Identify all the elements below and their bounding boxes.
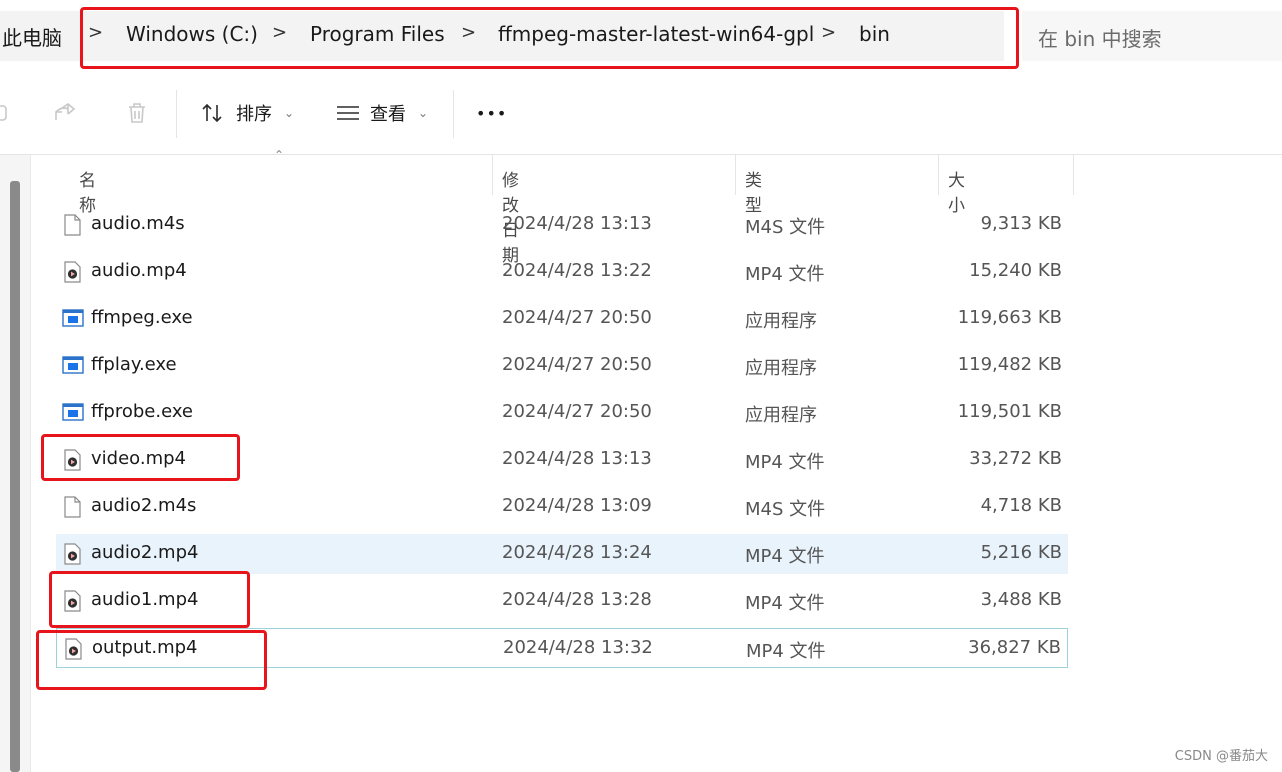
file-row[interactable]: ffprobe.exe 2024/4/27 20:50 应用程序 119,501 KB [56,393,1068,433]
file-row[interactable]: video.mp4 2024/4/28 13:13 MP4 文件 33,272 KB [56,440,1068,480]
file-name: output.mp4 [92,637,198,658]
exe-icon [62,355,84,377]
navigation-pane-edge [0,155,31,772]
breadcrumb-root[interactable]: 此电脑 [2,22,62,51]
divider [176,90,177,138]
divider [453,90,454,138]
file-type: M4S 文件 [745,499,826,520]
chevron-down-icon: ⌄ [418,106,429,120]
file-name: ffprobe.exe [91,401,193,422]
file-name: audio1.mp4 [91,589,199,610]
file-name: audio2.m4s [91,495,197,516]
sort-icon [202,103,222,123]
file-date: 2024/4/27 20:50 [502,354,652,375]
exe-icon [62,402,84,424]
file-date: 2024/4/28 13:22 [502,260,652,281]
file-size: 3,488 KB [980,589,1062,610]
file-name: audio.mp4 [91,260,187,281]
file-name: ffplay.exe [91,354,177,375]
file-type: MP4 文件 [746,641,826,662]
chevron-down-icon: ⌄ [284,106,295,120]
file-size: 119,482 KB [957,354,1062,375]
file-row[interactable]: audio1.mp4 2024/4/28 13:28 MP4 文件 3,488 KB [56,581,1068,621]
file-size: 119,501 KB [957,401,1062,422]
file-type: MP4 文件 [745,593,825,614]
view-button[interactable]: 查看 ⌄ [336,98,428,128]
file-row[interactable]: audio.mp4 2024/4/28 13:22 MP4 文件 15,240 KB [56,252,1068,292]
file-date: 2024/4/28 13:32 [503,637,653,658]
file-date: 2024/4/27 20:50 [502,401,652,422]
address-bar: 此电脑 > Windows (C:) > Program Files > ffm… [0,0,1282,72]
search-input[interactable]: 在 bin 中搜索 [1022,11,1282,61]
file-type: 应用程序 [745,311,817,332]
file-name: audio2.mp4 [91,542,199,563]
video-file-icon [62,590,82,612]
column-divider[interactable] [1073,155,1074,195]
video-file-icon [62,449,82,471]
file-size: 9,313 KB [980,213,1062,234]
sort-button[interactable]: 排序 ⌄ [200,98,294,128]
file-date: 2024/4/28 13:13 [502,213,652,234]
breadcrumb-program-files[interactable]: Program Files [310,22,445,46]
file-size: 33,272 KB [969,448,1062,469]
watermark: CSDN @番茄大 [1174,749,1268,764]
file-type: MP4 文件 [745,452,825,473]
chevron-right-icon[interactable]: > [272,22,287,43]
video-file-icon [62,543,82,565]
file-name: audio.m4s [91,213,185,234]
breadcrumb-windows-c[interactable]: Windows (C:) [126,22,258,46]
file-row[interactable]: audio2.mp4 2024/4/28 13:24 MP4 文件 5,216 KB [56,534,1068,574]
file-row[interactable]: audio2.m4s 2024/4/28 13:09 M4S 文件 4,718 KB [56,487,1068,527]
search-placeholder: 在 bin 中搜索 [1038,27,1162,51]
chevron-right-icon[interactable]: > [821,22,836,43]
file-row[interactable]: ffplay.exe 2024/4/27 20:50 应用程序 119,482 KB [56,346,1068,386]
file-row[interactable]: output.mp4 2024/4/28 13:32 MP4 文件 36,827 KB [56,628,1068,668]
breadcrumb-bin[interactable]: bin [859,22,890,46]
share-icon[interactable] [52,100,78,126]
file-date: 2024/4/27 20:50 [502,307,652,328]
file-type: 应用程序 [745,405,817,426]
more-options-button[interactable]: ••• [476,98,507,128]
file-icon [62,496,82,518]
file-date: 2024/4/28 13:28 [502,589,652,610]
file-date: 2024/4/28 13:24 [502,542,652,563]
view-label: 查看 [370,104,406,125]
column-divider[interactable] [492,155,493,195]
file-name: video.mp4 [91,448,186,469]
view-icon [337,106,359,120]
chevron-right-icon[interactable]: > [461,22,476,43]
file-row[interactable]: ffmpeg.exe 2024/4/27 20:50 应用程序 119,663 KB [56,299,1068,339]
file-icon [62,214,82,236]
file-row[interactable]: audio.m4s 2024/4/28 13:13 M4S 文件 9,313 KB [56,205,1068,245]
scrollbar-thumb[interactable] [10,181,20,772]
file-size: 15,240 KB [969,260,1062,281]
file-size: 36,827 KB [968,637,1061,658]
delete-icon[interactable] [124,100,150,126]
column-divider[interactable] [735,155,736,195]
rename-icon[interactable] [0,100,12,126]
video-file-icon [63,638,83,660]
file-size: 4,718 KB [980,495,1062,516]
breadcrumb-ffmpeg[interactable]: ffmpeg-master-latest-win64-gpl [498,22,814,46]
file-name: ffmpeg.exe [91,307,193,328]
file-size: 5,216 KB [980,542,1062,563]
chevron-right-icon[interactable]: > [88,22,103,43]
file-date: 2024/4/28 13:13 [502,448,652,469]
file-type: MP4 文件 [745,264,825,285]
sort-label: 排序 [236,104,272,125]
file-type: M4S 文件 [745,217,826,238]
exe-icon [62,308,84,330]
video-file-icon [62,261,82,283]
file-size: 119,663 KB [957,307,1062,328]
column-divider[interactable] [938,155,939,195]
sort-ascending-icon: ⌃ [274,148,285,162]
file-date: 2024/4/28 13:09 [502,495,652,516]
file-type: 应用程序 [745,358,817,379]
command-bar: 排序 ⌄ 查看 ⌄ ••• [0,72,1282,155]
file-type: MP4 文件 [745,546,825,567]
